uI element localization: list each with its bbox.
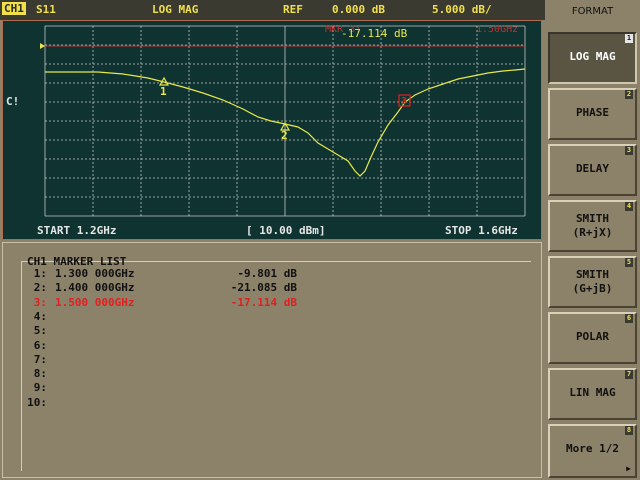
- marker-number: 5:: [33, 324, 47, 338]
- softkey-label: SMITH: [575, 268, 610, 281]
- softkey-label: PHASE: [575, 106, 610, 119]
- softkey-label: SMITH: [575, 212, 610, 225]
- marker-number: 2:: [33, 281, 47, 295]
- marker-3-active[interactable]: 3: [398, 94, 411, 107]
- softkey-index: 2: [625, 90, 633, 99]
- marker-number: 1:: [33, 267, 47, 280]
- softkey-label: POLAR: [575, 330, 610, 343]
- softkey-label: More 1/2: [566, 442, 619, 455]
- channel-label[interactable]: CH1: [2, 2, 26, 15]
- softkey-index: 5: [625, 258, 633, 267]
- sweep-info-bar: START 1.2GHz [ 10.00 dBm] STOP 1.6GHz: [3, 221, 541, 239]
- graticule: [44, 25, 526, 217]
- softkey-index: 8: [625, 426, 633, 435]
- softkey-smith-gjb[interactable]: 5 SMITH (G+jB): [548, 256, 637, 308]
- trace-panel[interactable]: C! MKR 3: 1.50GHz -17.114 dB 1 2 3 START…: [2, 20, 542, 240]
- source-power[interactable]: [ 10.00 dBm]: [246, 224, 325, 237]
- marker-number: 9:: [33, 381, 47, 395]
- marker-number: 8:: [33, 367, 47, 381]
- softkey-more[interactable]: 8 More 1/2 ▶: [548, 424, 637, 478]
- marker-list-row[interactable]: 8:: [21, 367, 47, 381]
- marker-1-label: 1: [160, 85, 167, 98]
- marker-value: -21.085 dB: [230, 281, 297, 295]
- marker-list-row[interactable]: 5:: [21, 324, 47, 338]
- softkey-lin-mag[interactable]: 7 LIN MAG: [548, 368, 637, 420]
- ref-value: 0.000 dB: [332, 3, 385, 16]
- marker-list-row[interactable]: 4:: [21, 310, 47, 324]
- stop-frequency[interactable]: STOP 1.6GHz: [445, 224, 518, 237]
- marker-number: 6:: [33, 338, 47, 352]
- overlay-marker-freq: 1.50GHz: [476, 24, 518, 35]
- softkey-index: 6: [625, 314, 633, 323]
- softkey-index: 3: [625, 146, 633, 155]
- status-bar: CH1 S11 LOG MAG REF 0.000 dB 5.000 dB/: [0, 0, 545, 20]
- softkey-index: 1: [625, 34, 633, 43]
- softkey-label: DELAY: [575, 162, 610, 175]
- marker-value: -9.801 dB: [237, 267, 297, 280]
- marker-frequency: 1.400 000GHz: [55, 281, 135, 295]
- marker-list-row[interactable]: 2: 1.400 000GHz -21.085 dB: [21, 281, 297, 295]
- trace-plot[interactable]: MKR 3: 1.50GHz -17.114 dB 1 2 3: [3, 21, 541, 239]
- marker-frequency: 1.300 000GHz: [55, 267, 135, 280]
- softkey-sublabel: (G+jB): [572, 282, 613, 295]
- start-frequency[interactable]: START 1.2GHz: [37, 224, 116, 237]
- softkey-log-mag[interactable]: 1 LOG MAG: [548, 32, 637, 84]
- parameter-label[interactable]: S11: [36, 3, 56, 16]
- marker-number: 3:: [33, 295, 47, 309]
- scale-value: 5.000 dB/: [432, 3, 492, 16]
- softkey-label: LIN MAG: [569, 386, 616, 399]
- marker-3-label: 3: [401, 96, 407, 107]
- marker-list-row[interactable]: 7:: [21, 353, 47, 367]
- marker-value: -17.114 dB: [230, 295, 297, 309]
- marker-number: 4:: [33, 309, 47, 323]
- softkey-delay[interactable]: 3 DELAY: [548, 144, 637, 196]
- softkey-polar[interactable]: 6 POLAR: [548, 312, 637, 364]
- marker-list-row[interactable]: 10:: [21, 396, 47, 410]
- marker-list-row[interactable]: 1: 1.300 000GHz -9.801 dB: [21, 267, 297, 281]
- marker-number: 7:: [33, 352, 47, 366]
- softkey-index: 7: [625, 370, 633, 379]
- format-label: LOG MAG: [152, 3, 199, 16]
- softkey-menu-title: FORMAT: [571, 6, 614, 17]
- reference-pointer-icon: [40, 43, 45, 49]
- marker-2-label: 2: [281, 129, 288, 142]
- softkey-sublabel: (R+jX): [572, 226, 613, 239]
- marker-list-row[interactable]: 3: 1.500 000GHz -17.114 dB: [21, 295, 297, 310]
- softkey-label: LOG MAG: [569, 50, 616, 63]
- marker-list-panel: CH1 MARKER LIST 1: 1.300 000GHz -9.801 dB 2…: [2, 242, 542, 478]
- softkey-menu: FORMAT 1 LOG MAG 2 PHASE 3 DELAY 4 SMITH (R+jX) 5…: [545, 0, 640, 480]
- arrow-right-icon: ▶: [626, 464, 631, 473]
- main-area: CH1 S11 LOG MAG REF 0.000 dB 5.000 dB/ C…: [0, 0, 545, 480]
- softkey-smith-rjx[interactable]: 4 SMITH (R+jX): [548, 200, 637, 252]
- softkey-phase[interactable]: 2 PHASE: [548, 88, 637, 140]
- softkey-index: 4: [625, 202, 633, 211]
- marker-frequency: 1.500 000GHz: [55, 295, 135, 309]
- ref-label: REF: [283, 3, 303, 16]
- marker-number: 10:: [27, 395, 47, 409]
- marker-list-row[interactable]: 6:: [21, 339, 47, 353]
- marker-list-row[interactable]: 9:: [21, 381, 47, 395]
- overlay-marker-value: -17.114 dB: [341, 27, 408, 40]
